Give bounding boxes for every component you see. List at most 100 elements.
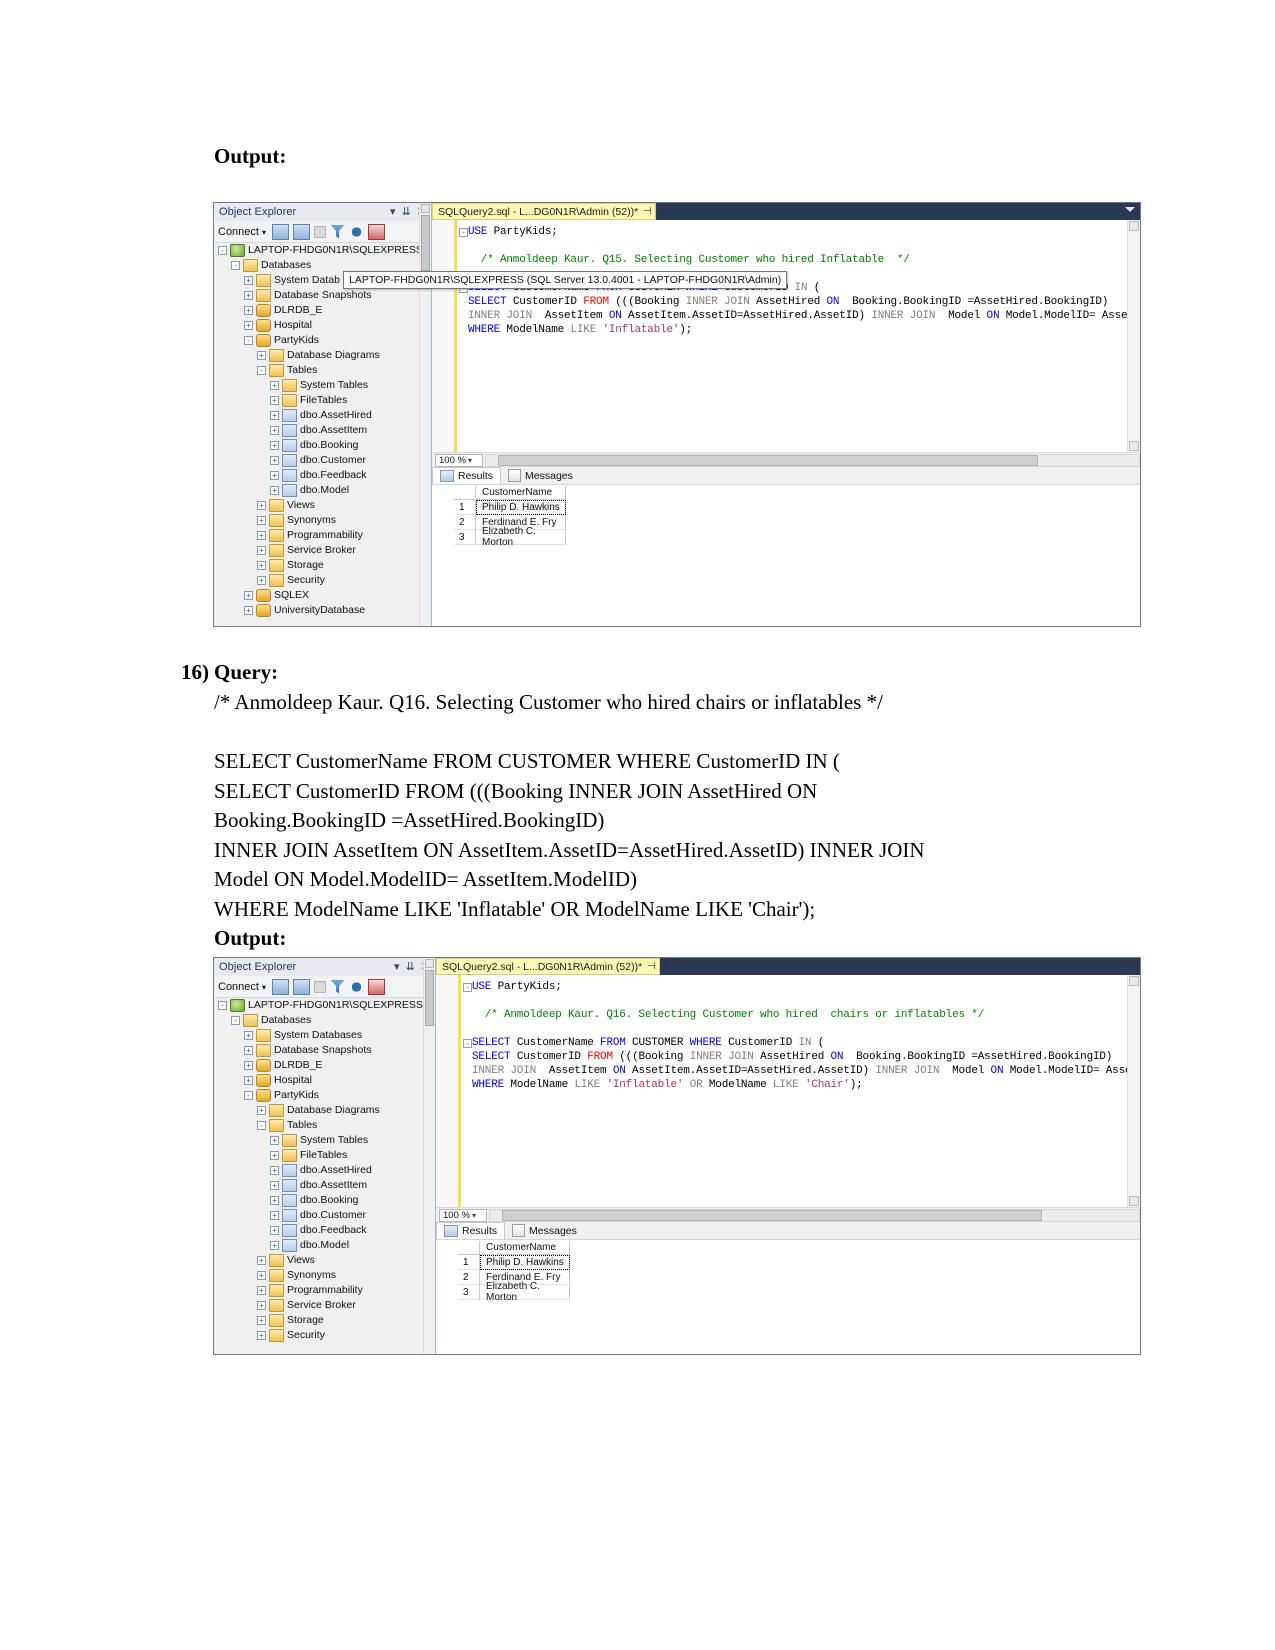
expand-toggle-icon[interactable]: + bbox=[257, 1286, 266, 1295]
tree-node-dbo-booking[interactable]: + dbo.Booking bbox=[214, 1193, 435, 1208]
expand-toggle-icon[interactable]: + bbox=[257, 531, 266, 540]
expand-toggle-icon[interactable]: + bbox=[270, 471, 279, 480]
tree-node-security[interactable]: + Security bbox=[214, 1328, 435, 1343]
tree-node-storage[interactable]: + Storage bbox=[214, 1313, 435, 1328]
customer-name-cell[interactable]: Philip D. Hawkins bbox=[480, 1255, 570, 1270]
customer-name-cell[interactable]: Elizabeth C. Morton bbox=[480, 1281, 570, 1303]
tree-node-views[interactable]: + Views bbox=[214, 1253, 435, 1268]
tree-node-filetables[interactable]: + FileTables bbox=[214, 393, 431, 408]
tree-node-dbo-booking[interactable]: + dbo.Booking bbox=[214, 438, 431, 453]
tab-close-icon[interactable]: ✕ bbox=[661, 961, 669, 972]
expand-toggle-icon[interactable]: + bbox=[257, 1106, 266, 1115]
zoom-level-select-2[interactable]: 100 % ▾ bbox=[439, 1209, 487, 1222]
expand-toggle-icon[interactable]: + bbox=[270, 426, 279, 435]
collapse-toggle-icon[interactable]: - bbox=[257, 1121, 266, 1130]
tree-node-dbo-assetitem[interactable]: + dbo.AssetItem bbox=[214, 1178, 435, 1193]
grid-column-header[interactable]: CustomerName bbox=[476, 486, 566, 500]
code-fold-toggle[interactable]: - bbox=[463, 1039, 472, 1048]
editor-vscrollbar-1[interactable] bbox=[1127, 220, 1140, 452]
expand-toggle-icon[interactable]: + bbox=[270, 1241, 279, 1250]
tree-node-storage[interactable]: + Storage bbox=[214, 558, 431, 573]
tab-messages-1[interactable]: Messages bbox=[501, 467, 580, 484]
tree-node-programmability[interactable]: + Programmability bbox=[214, 1283, 435, 1298]
tree-node-universitydatabase[interactable]: + UniversityDatabase bbox=[214, 603, 431, 618]
collapse-toggle-icon[interactable]: - bbox=[244, 336, 253, 345]
tab-sqlquery2-1[interactable]: SQLQuery2.sql - L...DG0N1R\Admin (52))* … bbox=[432, 203, 665, 220]
row-number-cell[interactable]: 2 bbox=[458, 1270, 480, 1285]
scrollbar-thumb[interactable] bbox=[502, 1210, 1042, 1221]
tree-node-laptop-fhdg0n1r-sqlexpress[interactable]: - LAPTOP-FHDG0N1R\SQLEXPRESS ( bbox=[214, 998, 435, 1013]
expand-toggle-icon[interactable]: + bbox=[270, 486, 279, 495]
expand-toggle-icon[interactable]: + bbox=[270, 1196, 279, 1205]
tab-close-icon[interactable]: ✕ bbox=[657, 206, 665, 217]
tree-node-programmability[interactable]: + Programmability bbox=[214, 528, 431, 543]
results-grid-1[interactable]: CustomerName 1 Philip D. Hawkins 2 Ferdinand… bbox=[454, 486, 599, 548]
tree-node-dbo-customer[interactable]: + dbo.Customer bbox=[214, 453, 431, 468]
expand-toggle-icon[interactable]: + bbox=[270, 1151, 279, 1160]
tree-node-dbo-model[interactable]: + dbo.Model bbox=[214, 483, 431, 498]
results-grid-2[interactable]: CustomerName 1 Philip D. Hawkins 2 Ferdinand… bbox=[458, 1241, 603, 1303]
tree-node-database-snapshots[interactable]: + Database Snapshots bbox=[214, 1043, 435, 1058]
tab-results-1[interactable]: Results bbox=[432, 467, 502, 484]
expand-toggle-icon[interactable]: + bbox=[244, 276, 253, 285]
collapse-toggle-icon[interactable]: - bbox=[257, 366, 266, 375]
tree-node-system-tables[interactable]: + System Tables bbox=[214, 378, 431, 393]
expand-toggle-icon[interactable]: + bbox=[244, 591, 253, 600]
connect-button-1[interactable]: Connect ▾ bbox=[218, 226, 266, 238]
collapse-toggle-icon[interactable]: - bbox=[218, 1001, 227, 1010]
chevron-down-icon[interactable]: ▾ bbox=[468, 456, 472, 465]
expand-toggle-icon[interactable]: + bbox=[270, 1226, 279, 1235]
code-fold-toggle[interactable]: - bbox=[463, 983, 472, 992]
tree-node-synonyms[interactable]: + Synonyms bbox=[214, 513, 431, 528]
expand-toggle-icon[interactable]: + bbox=[270, 1181, 279, 1190]
expand-toggle-icon[interactable]: + bbox=[270, 396, 279, 405]
tree-node-dbo-feedback[interactable]: + dbo.Feedback bbox=[214, 1223, 435, 1238]
scroll-up-arrow[interactable] bbox=[421, 204, 430, 213]
pin-icon[interactable]: ⇊ bbox=[402, 206, 411, 218]
chevron-down-icon[interactable]: ▾ bbox=[472, 1211, 476, 1220]
expand-toggle-icon[interactable]: + bbox=[270, 441, 279, 450]
tab-sqlquery2-2[interactable]: SQLQuery2.sql - L...DG0N1R\Admin (52))* … bbox=[436, 958, 669, 975]
object-explorer-tree-1[interactable]: - LAPTOP-FHDG0N1R\SQLEXPRESS (- Databases +… bbox=[214, 243, 431, 626]
tree-node-partykids[interactable]: - PartyKids bbox=[214, 1088, 435, 1103]
scrollbar-thumb[interactable] bbox=[421, 215, 430, 271]
connect-object-explorer-icon[interactable] bbox=[272, 978, 290, 995]
tab-pin-icon[interactable]: ⊣ bbox=[643, 206, 652, 217]
scroll-up-arrow[interactable] bbox=[1129, 976, 1139, 986]
tree-node-views[interactable]: + Views bbox=[214, 498, 431, 513]
customer-name-cell[interactable]: Elizabeth C. Morton bbox=[476, 526, 566, 548]
tree-node-filetables[interactable]: + FileTables bbox=[214, 1148, 435, 1163]
expand-toggle-icon[interactable]: + bbox=[244, 1031, 253, 1040]
tree-node-dlrdb-e[interactable]: + DLRDB_E bbox=[214, 1058, 435, 1073]
expand-toggle-icon[interactable]: + bbox=[244, 321, 253, 330]
tree-node-service-broker[interactable]: + Service Broker bbox=[214, 543, 431, 558]
expand-toggle-icon[interactable]: + bbox=[257, 1301, 266, 1310]
tree-node-sqlex[interactable]: + SQLEX bbox=[214, 588, 431, 603]
row-number-cell[interactable]: 1 bbox=[458, 1255, 480, 1270]
tree-node-synonyms[interactable]: + Synonyms bbox=[214, 1268, 435, 1283]
connect-button-2[interactable]: Connect ▾ bbox=[218, 981, 266, 993]
tree-node-service-broker[interactable]: + Service Broker bbox=[214, 1298, 435, 1313]
expand-toggle-icon[interactable]: + bbox=[244, 1076, 253, 1085]
expand-toggle-icon[interactable]: + bbox=[270, 1211, 279, 1220]
object-explorer-scrollbar-1[interactable] bbox=[419, 203, 431, 626]
row-number-cell[interactable]: 2 bbox=[454, 515, 476, 530]
row-number-cell[interactable]: 1 bbox=[454, 500, 476, 515]
refresh-icon[interactable] bbox=[349, 979, 365, 994]
table-row[interactable]: 1 Philip D. Hawkins bbox=[454, 500, 599, 515]
expand-toggle-icon[interactable]: + bbox=[244, 291, 253, 300]
expand-toggle-icon[interactable]: + bbox=[257, 516, 266, 525]
expand-toggle-icon[interactable]: + bbox=[257, 1271, 266, 1280]
tree-node-database-diagrams[interactable]: + Database Diagrams bbox=[214, 348, 431, 363]
tree-node-system-databases[interactable]: + System Databases bbox=[214, 1028, 435, 1043]
filter-icon[interactable] bbox=[330, 979, 346, 994]
expand-toggle-icon[interactable]: + bbox=[257, 501, 266, 510]
tree-node-security[interactable]: + Security bbox=[214, 573, 431, 588]
expand-toggle-icon[interactable]: + bbox=[257, 561, 266, 570]
expand-toggle-icon[interactable]: + bbox=[257, 1256, 266, 1265]
zoom-level-select-1[interactable]: 100 % ▾ bbox=[435, 454, 483, 467]
expand-toggle-icon[interactable]: + bbox=[257, 546, 266, 555]
tab-messages-2[interactable]: Messages bbox=[505, 1222, 584, 1239]
tree-node-dbo-assetitem[interactable]: + dbo.AssetItem bbox=[214, 423, 431, 438]
editor-vscrollbar-2[interactable] bbox=[1127, 975, 1140, 1207]
